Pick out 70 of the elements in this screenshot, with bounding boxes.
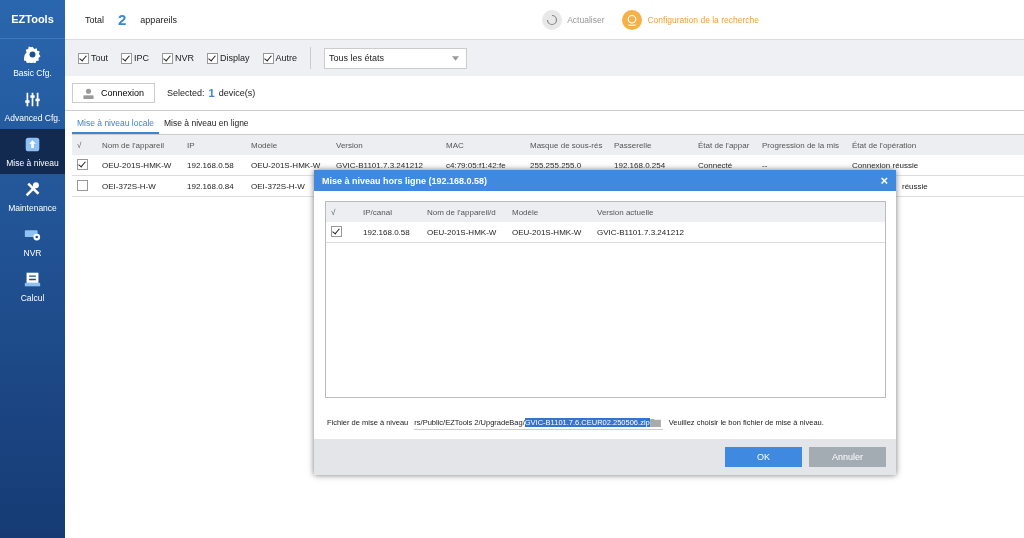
close-button[interactable]: × — [880, 173, 888, 188]
table-cell: c4:79:05:f1:42:fe — [446, 160, 506, 170]
table-cell: 192.168.0.84 — [187, 181, 234, 191]
table-cell: GVIC-B1101.7.3.241212 — [597, 227, 685, 237]
selected-count: 1 — [208, 87, 215, 99]
filter-checkbox[interactable]: Tout — [78, 52, 108, 64]
table-cell: OEU-201S-HMK-W — [427, 227, 497, 237]
table-cell: réussie — [902, 181, 928, 191]
column-header: MAC — [446, 140, 464, 150]
column-header: Nom de l'appareil/d — [427, 207, 496, 217]
table-cell: Connexion réussie — [852, 160, 919, 170]
state-dropdown[interactable]: Tous les états — [324, 47, 468, 69]
filter-checkbox[interactable]: IPC — [121, 52, 150, 64]
filter-checkbox[interactable]: Display — [207, 52, 250, 64]
column-header: Version actuelle — [597, 207, 654, 217]
column-header: État de l'appar — [698, 140, 750, 150]
column-header: IP — [187, 140, 195, 150]
column-header: Modèle — [512, 207, 539, 217]
selected-unit: device(s) — [218, 88, 256, 98]
row-checkbox[interactable] — [77, 179, 88, 191]
search-settings-icon — [626, 13, 639, 26]
folder-icon — [649, 417, 661, 427]
column-header: IP/canal — [363, 207, 392, 217]
upgrade-icon — [24, 135, 41, 153]
column-header: Version — [336, 140, 363, 150]
sidebar-item[interactable]: Advanced Cfg. — [0, 84, 65, 129]
sidebar-item[interactable]: Basic Cfg. — [0, 39, 65, 84]
sidebar-item[interactable]: NVR — [0, 219, 65, 264]
table-cell: -- — [762, 160, 768, 170]
column-header: Progression de la mis — [762, 140, 839, 150]
table-cell: OEI-372S-H-W — [102, 181, 156, 191]
filter-checkbox[interactable]: NVR — [162, 52, 195, 64]
filter-checkbox[interactable]: Autre — [262, 52, 298, 64]
dialog-button[interactable]: OK — [725, 447, 802, 467]
table-cell: 192.168.0.58 — [187, 160, 234, 170]
device-count: 2 — [118, 11, 127, 28]
calculator-icon — [24, 270, 41, 288]
column-header: Modèle — [251, 140, 278, 150]
selected-label: Selected: — [167, 88, 205, 98]
column-header: Passerelle — [614, 140, 652, 150]
dialog-title: Mise à niveau hors ligne (192.168.0.58) — [322, 175, 488, 186]
refresh-icon — [546, 13, 559, 26]
sliders-icon — [24, 90, 41, 108]
table-cell: 192.168.0.254 — [614, 160, 666, 170]
tools-icon — [24, 180, 41, 198]
user-icon — [83, 87, 94, 99]
table-cell: 192.168.0.58 — [363, 227, 410, 237]
row-checkbox[interactable] — [331, 225, 342, 237]
connect-button[interactable]: Connexion — [72, 83, 156, 103]
sidebar-item[interactable]: Calcul — [0, 264, 65, 309]
sidebar-item[interactable]: Maintenance — [0, 174, 65, 219]
column-header: État de l'opération — [852, 140, 917, 150]
table-cell: OEI-372S-H-W — [251, 181, 305, 191]
column-header: Masque de sous-rés — [530, 140, 603, 150]
total-label: Total — [85, 14, 104, 25]
caret-icon — [452, 55, 460, 61]
table-cell: 255.255.255.0 — [530, 160, 582, 170]
check-column-header: √ — [331, 207, 336, 217]
total-unit: appareils — [140, 14, 177, 25]
sidebar-item[interactable]: Mise à niveau — [0, 129, 65, 174]
table-cell: Connecté — [698, 160, 733, 170]
table-cell: OEU-201S-HMK-W — [102, 160, 172, 170]
column-header: Nom de l'appareil — [102, 140, 164, 150]
tab[interactable]: Mise à niveau en ligne — [159, 116, 254, 134]
check-column-header: √ — [77, 140, 82, 150]
gear-icon — [24, 45, 41, 63]
row-checkbox[interactable] — [77, 158, 88, 170]
table-cell: OEU-201S-HMK-W — [251, 160, 321, 170]
table-cell: OEU-201S-HMK-W — [512, 227, 582, 237]
table-cell: GVIC-B1101.7.3.241212 — [336, 160, 424, 170]
